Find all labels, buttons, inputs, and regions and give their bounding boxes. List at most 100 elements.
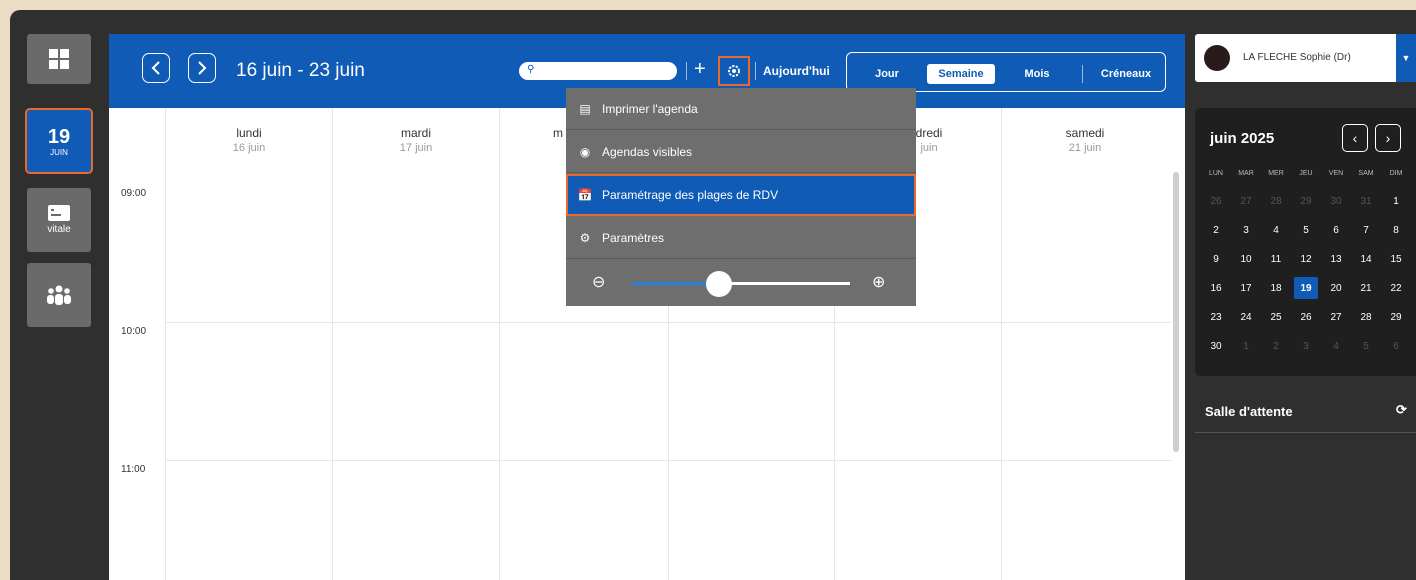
zoom-in-icon[interactable]: ⊕: [872, 272, 885, 292]
calendar-day[interactable]: 4: [1324, 335, 1348, 357]
calendar-day[interactable]: 27: [1324, 306, 1348, 328]
calendar-day[interactable]: 28: [1264, 190, 1288, 212]
calendar-day[interactable]: 6: [1384, 335, 1408, 357]
menu-item-appointment-slots[interactable]: 📅 Paramétrage des plages de RDV: [566, 174, 916, 216]
calendar-day[interactable]: 1: [1234, 335, 1258, 357]
settings-button[interactable]: [718, 56, 750, 86]
calendar-day[interactable]: 19: [1294, 277, 1318, 299]
calendar-day[interactable]: 10: [1234, 248, 1258, 270]
menu-item-label: Agendas visibles: [602, 144, 693, 159]
weekday-label: SAM: [1358, 170, 1374, 177]
divider: [1082, 65, 1083, 83]
calendar-day[interactable]: 22: [1384, 277, 1408, 299]
calendar-day[interactable]: 31: [1354, 190, 1378, 212]
view-day-button[interactable]: Jour: [861, 64, 913, 84]
dashboard-button[interactable]: [27, 34, 91, 84]
grid-icon: [49, 49, 69, 69]
calendar-day[interactable]: 11: [1264, 248, 1288, 270]
calendar-day[interactable]: 30: [1204, 335, 1228, 357]
weekday-label: VEN: [1328, 170, 1344, 177]
calendar-day[interactable]: 6: [1324, 219, 1348, 241]
calendar-day[interactable]: 7: [1354, 219, 1378, 241]
calendar-day[interactable]: 21: [1354, 277, 1378, 299]
card-icon: [48, 205, 70, 221]
calendar-day[interactable]: 4: [1264, 219, 1288, 241]
divider: [755, 62, 756, 80]
day-header-monday: lundi 16 juin: [189, 126, 309, 154]
day-date: 21 juin: [1068, 142, 1102, 154]
today-month: JUIN: [50, 147, 68, 157]
calendar-day[interactable]: 18: [1264, 277, 1288, 299]
calendar-day[interactable]: 27: [1234, 190, 1258, 212]
menu-item-label: Imprimer l'agenda: [602, 101, 698, 116]
calendar-day[interactable]: 30: [1324, 190, 1348, 212]
app-window: 19 JUIN vitale 16 juin - 23 juin ⚲ + Auj…: [10, 10, 1416, 580]
calendar-settings-icon: 📅: [577, 187, 593, 202]
zoom-slider[interactable]: [632, 282, 850, 285]
gear-icon: [728, 65, 740, 77]
menu-item-settings[interactable]: ⚙ Paramètres: [566, 217, 916, 259]
view-month-button[interactable]: Mois: [1007, 64, 1067, 84]
previous-week-button[interactable]: [142, 53, 170, 83]
view-week-button[interactable]: Semaine: [927, 64, 995, 84]
divider: [1195, 432, 1416, 433]
calendar-day[interactable]: 14: [1354, 248, 1378, 270]
settings-menu: ▤ Imprimer l'agenda ◉ Agendas visibles 📅…: [566, 88, 916, 306]
search-input[interactable]: ⚲: [519, 62, 677, 80]
menu-item-label: Paramètres: [602, 230, 665, 245]
time-label: 10:00: [121, 326, 147, 337]
calendar-day[interactable]: 9: [1204, 248, 1228, 270]
zoom-slider-handle[interactable]: [706, 271, 733, 297]
calendar-day[interactable]: 8: [1384, 219, 1408, 241]
day-name: lundi: [236, 126, 262, 140]
doctor-selector[interactable]: LA FLECHE Sophie (Dr) ▼: [1195, 34, 1416, 82]
patients-button[interactable]: [27, 263, 91, 327]
menu-item-print[interactable]: ▤ Imprimer l'agenda: [566, 88, 916, 130]
calendar-day[interactable]: 26: [1294, 306, 1318, 328]
calendar-day[interactable]: 25: [1264, 306, 1288, 328]
today-button[interactable]: Aujourd'hui: [763, 64, 830, 78]
calendar-day[interactable]: 5: [1294, 219, 1318, 241]
calendar-day[interactable]: 20: [1324, 277, 1348, 299]
vitale-label: vitale: [47, 224, 71, 235]
divider: [686, 62, 687, 80]
printer-icon: ▤: [579, 101, 591, 116]
time-label: 11:00: [121, 464, 146, 475]
week-range-label: 16 juin - 23 juin: [236, 60, 365, 81]
calendar-day[interactable]: 12: [1294, 248, 1318, 270]
calendar-day[interactable]: 1: [1384, 190, 1408, 212]
vitale-card-button[interactable]: vitale: [27, 188, 91, 252]
refresh-icon[interactable]: ⟳: [1396, 402, 1407, 418]
next-month-button[interactable]: ›: [1375, 124, 1401, 152]
avatar: [1204, 45, 1230, 71]
calendar-day[interactable]: 24: [1234, 306, 1258, 328]
today-date-button[interactable]: 19 JUIN: [25, 108, 93, 174]
day-header-saturday: samedi 21 juin: [1025, 126, 1145, 154]
zoom-out-icon[interactable]: ⊖: [592, 272, 605, 292]
calendar-day[interactable]: 5: [1354, 335, 1378, 357]
gear-icon: ⚙: [579, 230, 591, 245]
chevron-down-icon[interactable]: ▼: [1396, 34, 1416, 82]
calendar-day[interactable]: 17: [1234, 277, 1258, 299]
calendar-day[interactable]: 26: [1204, 190, 1228, 212]
calendar-day[interactable]: 23: [1204, 306, 1228, 328]
calendar-day[interactable]: 2: [1204, 219, 1228, 241]
calendar-day[interactable]: 29: [1384, 306, 1408, 328]
column-divider: [332, 108, 333, 580]
hour-line: [165, 460, 1171, 461]
menu-item-visible-agendas[interactable]: ◉ Agendas visibles: [566, 131, 916, 173]
scrollbar[interactable]: [1173, 172, 1179, 452]
calendar-day[interactable]: 2: [1264, 335, 1288, 357]
calendar-day[interactable]: 29: [1294, 190, 1318, 212]
calendar-day[interactable]: 3: [1234, 219, 1258, 241]
next-week-button[interactable]: [188, 53, 216, 83]
prev-month-button[interactable]: ‹: [1342, 124, 1368, 152]
chevron-left-icon: [151, 61, 160, 75]
calendar-day[interactable]: 3: [1294, 335, 1318, 357]
add-button[interactable]: +: [694, 58, 706, 81]
calendar-day[interactable]: 13: [1324, 248, 1348, 270]
calendar-day[interactable]: 15: [1384, 248, 1408, 270]
calendar-day[interactable]: 28: [1354, 306, 1378, 328]
view-slots-button[interactable]: Créneaux: [1091, 64, 1161, 84]
calendar-day[interactable]: 16: [1204, 277, 1228, 299]
